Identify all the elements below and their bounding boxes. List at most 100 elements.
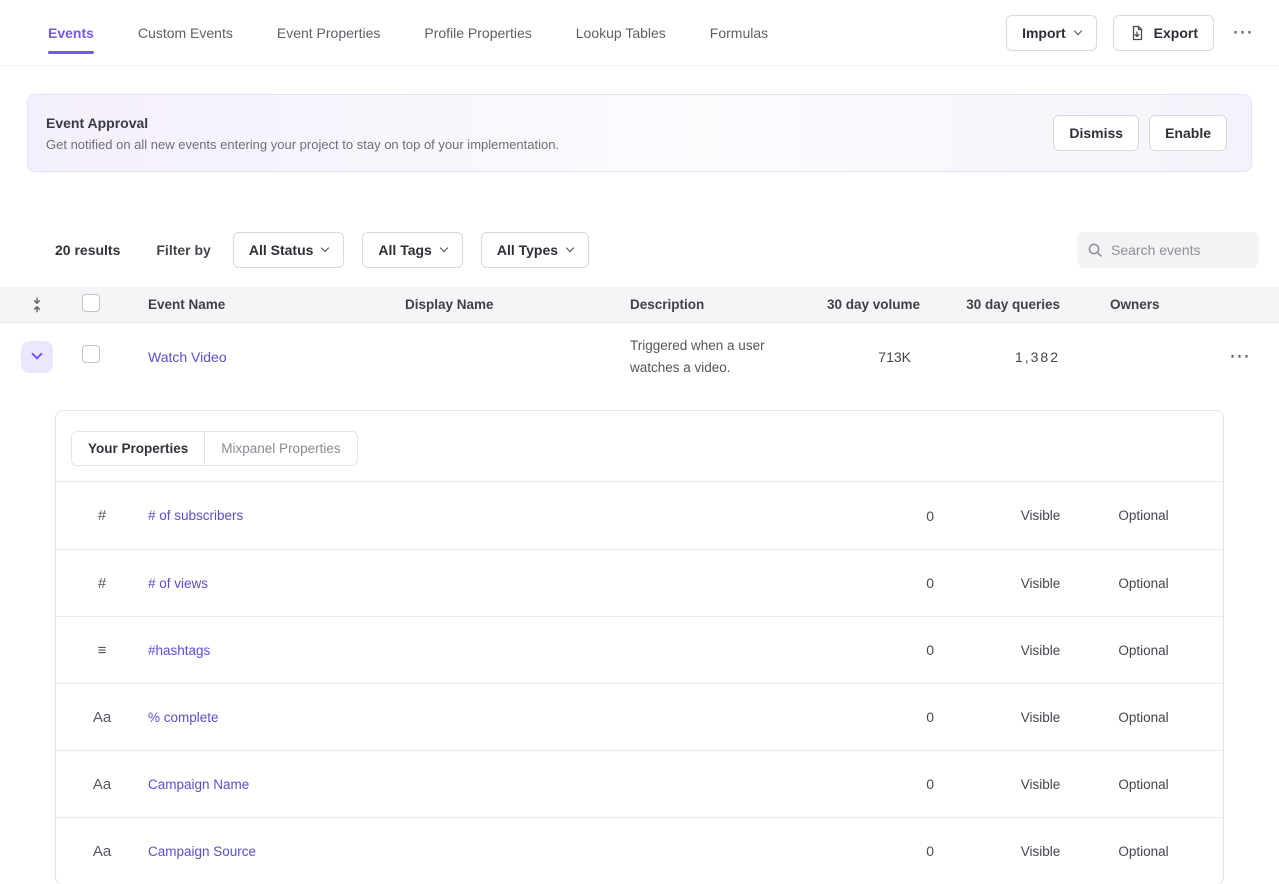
column-header-volume: 30 day volume xyxy=(827,297,920,312)
property-row: # # of subscribers 0 Visible Optional xyxy=(56,482,1223,549)
row-checkbox[interactable] xyxy=(82,345,100,363)
list-type-icon: ≡ xyxy=(98,642,107,659)
chevron-down-icon xyxy=(566,244,574,252)
property-row: ≡ #hashtags 0 Visible Optional xyxy=(56,616,1223,683)
nav-tab[interactable]: Event Properties xyxy=(277,0,381,65)
property-name-link[interactable]: # of subscribers xyxy=(148,508,889,523)
column-header-event-name: Event Name xyxy=(148,297,405,312)
filter-dropdown-label: All Tags xyxy=(378,242,431,258)
property-volume: 0 xyxy=(889,776,989,792)
banner-title: Event Approval xyxy=(46,115,559,131)
number-type-icon: # xyxy=(98,575,106,592)
event-volume: 713K xyxy=(878,349,920,365)
number-type-icon: # xyxy=(98,507,106,524)
property-visibility[interactable]: Visible xyxy=(989,576,1092,591)
filter-dropdown-label: All Types xyxy=(497,242,558,258)
property-volume: 0 xyxy=(889,575,989,591)
property-visibility[interactable]: Visible xyxy=(989,710,1092,725)
text-type-icon: Aa xyxy=(93,709,111,726)
text-type-icon: Aa xyxy=(93,776,111,793)
properties-tab-group: Your Properties Mixpanel Properties xyxy=(71,431,358,466)
property-requirement[interactable]: Optional xyxy=(1092,643,1195,658)
property-volume: 0 xyxy=(889,508,989,524)
filter-by-label: Filter by xyxy=(156,242,210,258)
row-more-options-button[interactable]: ⋯ xyxy=(1227,342,1252,371)
filter-dropdown[interactable]: All Status xyxy=(233,232,345,268)
nav-tab[interactable]: Events xyxy=(48,0,94,65)
search-icon xyxy=(1087,242,1103,258)
filter-dropdown[interactable]: All Types xyxy=(481,232,589,268)
chevron-down-icon xyxy=(440,244,448,252)
nav-tab[interactable]: Formulas xyxy=(710,0,768,65)
collapse-row-button[interactable] xyxy=(21,341,53,373)
filter-dropdown[interactable]: All Tags xyxy=(362,232,462,268)
dismiss-button[interactable]: Dismiss xyxy=(1053,115,1139,151)
select-all-checkbox[interactable] xyxy=(82,294,100,312)
chevron-down-icon xyxy=(321,244,329,252)
column-header-description: Description xyxy=(630,297,820,312)
export-button[interactable]: Export xyxy=(1113,15,1214,51)
nav-tabs: Events Custom Events Event Properties Pr… xyxy=(48,0,812,65)
property-requirement[interactable]: Optional xyxy=(1092,508,1195,523)
nav-tab[interactable]: Profile Properties xyxy=(424,0,531,65)
enable-button[interactable]: Enable xyxy=(1149,115,1227,151)
property-visibility[interactable]: Visible xyxy=(989,844,1092,859)
properties-tab[interactable]: Mixpanel Properties xyxy=(205,432,356,465)
search-input[interactable] xyxy=(1111,242,1249,258)
event-name-link[interactable]: Watch Video xyxy=(148,349,405,365)
collapse-all-icon xyxy=(30,297,44,313)
event-properties-card: Your Properties Mixpanel Properties # # … xyxy=(55,410,1224,884)
event-row: Watch Video Triggered when a user watche… xyxy=(0,323,1279,390)
property-name-link[interactable]: #hashtags xyxy=(148,643,889,658)
property-volume: 0 xyxy=(889,843,989,859)
property-visibility[interactable]: Visible xyxy=(989,643,1092,658)
property-name-link[interactable]: Campaign Name xyxy=(148,777,889,792)
collapse-all-button[interactable] xyxy=(30,297,44,313)
property-name-link[interactable]: % complete xyxy=(148,710,889,725)
column-header-display-name: Display Name xyxy=(405,297,630,312)
results-count: 20 results xyxy=(55,242,120,258)
property-name-link[interactable]: # of views xyxy=(148,576,889,591)
nav-actions: Import Export ⋯ xyxy=(1006,15,1255,51)
property-volume: 0 xyxy=(889,642,989,658)
chevron-down-icon xyxy=(31,348,42,359)
property-row: Aa Campaign Name 0 Visible Optional xyxy=(56,750,1223,817)
property-visibility[interactable]: Visible xyxy=(989,777,1092,792)
import-button[interactable]: Import xyxy=(1006,15,1097,51)
banner-description: Get notified on all new events entering … xyxy=(46,137,559,152)
properties-list: # # of subscribers 0 Visible Optional # … xyxy=(56,482,1223,884)
filter-row: 20 results Filter by All Status All Tags… xyxy=(55,232,1259,268)
column-header-owners: Owners xyxy=(1060,297,1200,312)
property-visibility[interactable]: Visible xyxy=(989,508,1092,523)
export-button-label: Export xyxy=(1154,25,1198,41)
chevron-down-icon xyxy=(1073,26,1081,34)
property-row: # # of views 0 Visible Optional xyxy=(56,549,1223,616)
property-row: Aa Campaign Source 0 Visible Optional xyxy=(56,817,1223,884)
property-requirement[interactable]: Optional xyxy=(1092,777,1195,792)
top-navigation: Events Custom Events Event Properties Pr… xyxy=(0,0,1279,66)
import-button-label: Import xyxy=(1022,25,1066,41)
event-queries: 1,382 xyxy=(1015,349,1060,365)
events-table-body: Watch Video Triggered when a user watche… xyxy=(0,323,1279,390)
event-approval-banner: Event Approval Get notified on all new e… xyxy=(27,94,1252,172)
property-requirement[interactable]: Optional xyxy=(1092,710,1195,725)
property-row: Aa % complete 0 Visible Optional xyxy=(56,683,1223,750)
property-name-link[interactable]: Campaign Source xyxy=(148,844,889,859)
banner-text: Event Approval Get notified on all new e… xyxy=(46,115,559,152)
properties-tab[interactable]: Your Properties xyxy=(72,432,205,465)
export-icon xyxy=(1129,25,1145,41)
nav-tab[interactable]: Custom Events xyxy=(138,0,233,65)
search-box xyxy=(1077,232,1259,268)
property-requirement[interactable]: Optional xyxy=(1092,576,1195,591)
properties-tabs-bar: Your Properties Mixpanel Properties xyxy=(56,411,1223,482)
filter-dropdown-label: All Status xyxy=(249,242,314,258)
property-requirement[interactable]: Optional xyxy=(1092,844,1195,859)
text-type-icon: Aa xyxy=(93,843,111,860)
nav-tab[interactable]: Lookup Tables xyxy=(576,0,666,65)
property-volume: 0 xyxy=(889,709,989,725)
banner-actions: Dismiss Enable xyxy=(1053,115,1227,151)
more-options-button[interactable]: ⋯ xyxy=(1230,18,1255,47)
column-header-queries: 30 day queries xyxy=(966,297,1060,312)
event-description: Triggered when a user watches a video. xyxy=(630,335,820,378)
events-table-header: Event Name Display Name Description 30 d… xyxy=(0,287,1279,323)
